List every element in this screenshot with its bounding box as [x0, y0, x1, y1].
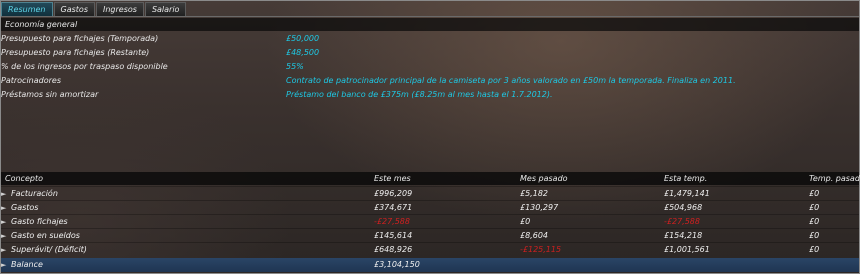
- tab-divider: [1, 16, 859, 17]
- info-row-budget-season: Presupuesto para fichajes (Temporada) £5…: [1, 32, 859, 46]
- balance-row[interactable]: ► Balance £3,104,150: [1, 258, 859, 272]
- info-row-transfer-percent: % de los ingresos por traspaso disponibl…: [1, 60, 859, 74]
- value-este-mes: £648,926: [374, 245, 413, 254]
- info-value: £50,000: [286, 34, 320, 43]
- concept-label: Gasto fichajes: [11, 217, 68, 226]
- section-header-economia: Economía general: [1, 18, 859, 31]
- column-header-temp-pasada[interactable]: Temp. pasada: [809, 172, 860, 185]
- info-label: Préstamos sin amortizar: [1, 90, 99, 99]
- value-esta-temp: £154,218: [664, 231, 703, 240]
- row-concept: ► Gasto fichajes: [1, 215, 68, 229]
- value-esta-temp: -£27,588: [664, 217, 700, 226]
- value-mes-pasado: £8,604: [520, 231, 548, 240]
- row-concept: ► Gasto en sueldos: [1, 229, 80, 243]
- info-row-budget-remaining: Presupuesto para fichajes (Restante) £48…: [1, 46, 859, 60]
- info-value: Contrato de patrocinador principal de la…: [286, 76, 736, 85]
- tab-bar: Resumen Gastos Ingresos Salario: [1, 2, 187, 16]
- table-row[interactable]: ► Gasto en sueldos £145,614 £8,604 £154,2…: [1, 228, 859, 242]
- value-temp-pasada: £0: [809, 189, 820, 198]
- info-value: Préstamo del banco de £375m (£8.25m al m…: [286, 90, 553, 99]
- value-este-mes: £996,209: [374, 189, 413, 198]
- value-este-mes: £145,614: [374, 231, 413, 240]
- arrow-right-icon: ►: [1, 190, 7, 198]
- concept-label: Gastos: [11, 203, 39, 212]
- balance-value: £3,104,150: [374, 260, 420, 269]
- value-esta-temp: £1,001,561: [664, 245, 710, 254]
- table-header: Concepto Este mes Mes pasado Esta temp. …: [1, 172, 860, 185]
- concept-label: Facturación: [11, 189, 58, 198]
- value-este-mes: -£27,588: [374, 217, 410, 226]
- info-row-loans: Préstamos sin amortizar Préstamo del ban…: [1, 88, 859, 102]
- arrow-right-icon: ►: [1, 204, 7, 212]
- info-row-sponsors: Patrocinadores Contrato de patrocinador …: [1, 74, 859, 88]
- info-label: Patrocinadores: [1, 76, 61, 85]
- value-temp-pasada: £0: [809, 231, 820, 240]
- tab-salario[interactable]: Salario: [144, 2, 187, 16]
- balance-label: Balance: [11, 260, 43, 269]
- arrow-right-icon: ►: [1, 261, 7, 269]
- table-row[interactable]: ► Gastos £374,671 £130,297 £504,968 £0: [1, 200, 859, 214]
- value-temp-pasada: £0: [809, 217, 820, 226]
- tab-gastos[interactable]: Gastos: [53, 2, 95, 16]
- value-mes-pasado: £130,297: [520, 203, 559, 212]
- concept-label: Superávit/ (Déficit): [11, 245, 87, 254]
- arrow-right-icon: ►: [1, 218, 7, 226]
- info-label: Presupuesto para fichajes (Restante): [1, 48, 150, 57]
- column-header-este-mes[interactable]: Este mes: [374, 172, 411, 185]
- value-mes-pasado: -£125,115: [520, 245, 562, 254]
- row-concept: ► Gastos: [1, 201, 38, 215]
- info-value: £48,500: [286, 48, 320, 57]
- row-concept: ► Superávit/ (Déficit): [1, 243, 87, 257]
- table-row[interactable]: ► Superávit/ (Déficit) £648,926 -£125,115…: [1, 242, 859, 256]
- arrow-right-icon: ►: [1, 246, 7, 254]
- column-header-concepto[interactable]: Concepto: [5, 172, 43, 185]
- row-concept: ► Balance: [1, 258, 43, 272]
- info-value: 55%: [286, 62, 304, 71]
- column-header-mes-pasado[interactable]: Mes pasado: [520, 172, 568, 185]
- value-temp-pasada: £0: [809, 203, 820, 212]
- row-concept: ► Facturación: [1, 187, 58, 201]
- table-row[interactable]: ► Gasto fichajes -£27,588 £0 -£27,588 £0: [1, 214, 859, 228]
- tab-ingresos[interactable]: Ingresos: [95, 2, 144, 16]
- value-mes-pasado: £5,182: [520, 189, 548, 198]
- tab-resumen[interactable]: Resumen: [1, 2, 53, 16]
- value-este-mes: £374,671: [374, 203, 413, 212]
- arrow-right-icon: ►: [1, 232, 7, 240]
- value-esta-temp: £504,968: [664, 203, 703, 212]
- info-label: % de los ingresos por traspaso disponibl…: [1, 62, 168, 71]
- value-esta-temp: £1,479,141: [664, 189, 710, 198]
- table-row[interactable]: ► Facturación £996,209 £5,182 £1,479,141 …: [1, 186, 859, 200]
- column-header-esta-temp[interactable]: Esta temp.: [664, 172, 707, 185]
- value-temp-pasada: £0: [809, 245, 820, 254]
- value-mes-pasado: £0: [520, 217, 531, 226]
- concept-label: Gasto en sueldos: [11, 231, 80, 240]
- info-label: Presupuesto para fichajes (Temporada): [1, 34, 159, 43]
